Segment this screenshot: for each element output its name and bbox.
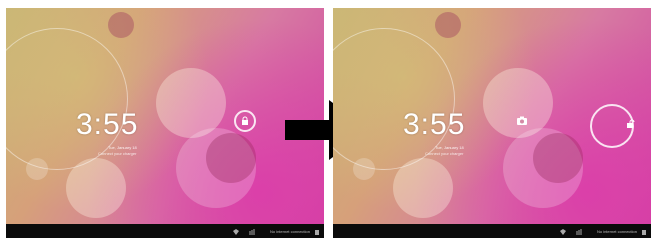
- camera-icon: [517, 116, 527, 125]
- network-status-text: No internet connection: [269, 229, 310, 234]
- lock-icon: [242, 116, 248, 125]
- wallpaper-bubble: [206, 133, 256, 183]
- navigation-bar: No internet connection: [333, 224, 651, 238]
- clock-date: Tue, January 18: [435, 145, 464, 150]
- wallpaper-bubble: [108, 12, 134, 38]
- battery-icon: [315, 230, 319, 235]
- owner-info: Connect your charger: [425, 151, 464, 156]
- owner-info: Connect your charger: [98, 151, 137, 156]
- network-status-text: No internet connection: [596, 229, 637, 234]
- signal-icon: [576, 229, 582, 235]
- signal-icon: [249, 229, 255, 235]
- clock-date: Tue, January 18: [108, 145, 137, 150]
- wallpaper-bubble: [435, 12, 461, 38]
- lockscreen-after: 3:55 Tue, January 18 Connect your charge…: [333, 8, 651, 238]
- navigation-bar: No internet connection: [6, 224, 324, 238]
- lockscreen-before: 3:55 Tue, January 18 Connect your charge…: [6, 8, 324, 238]
- wifi-icon: [560, 229, 566, 235]
- battery-icon: [642, 230, 646, 235]
- clock-time: 3:55: [403, 108, 466, 141]
- camera-target[interactable]: [516, 114, 528, 126]
- unlock-target[interactable]: [625, 116, 635, 128]
- clock-time: 3:55: [76, 108, 139, 141]
- wifi-icon: [233, 229, 239, 235]
- unlock-icon: [627, 119, 635, 128]
- wallpaper-bubble: [533, 133, 583, 183]
- lock-handle[interactable]: [234, 110, 256, 132]
